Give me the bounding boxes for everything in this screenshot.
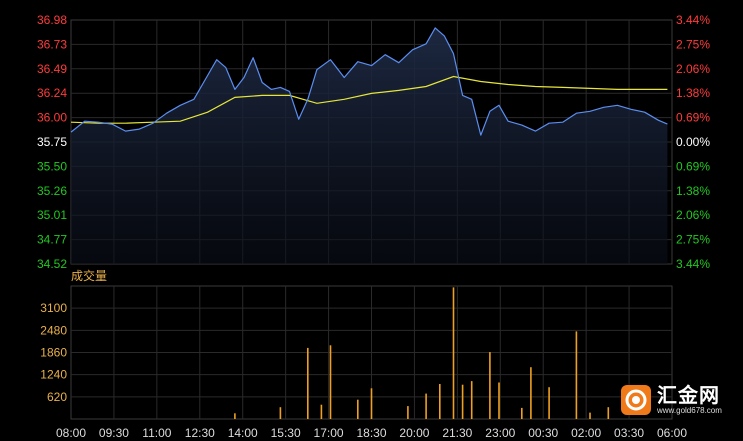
time-tick-label: 09:30 bbox=[99, 426, 129, 440]
percent-tick-label: 2.06% bbox=[676, 62, 710, 76]
volume-ticks: 3100 2480 1860 1240 620 bbox=[40, 301, 67, 404]
logo-name: 汇金网 bbox=[657, 383, 720, 407]
time-tick-label: 17:00 bbox=[314, 426, 344, 440]
price-volume-chart: 36.98 36.73 36.49 36.24 36.00 35.75 35.50 35.26… bbox=[37, 13, 710, 440]
left-price-ticks: 36.98 36.73 36.49 36.24 36.00 35.75 35.50 35.26… bbox=[37, 13, 67, 271]
volume-bar bbox=[307, 347, 309, 419]
time-axis-ticks: 08:00 09:30 11:00 12:30 14:00 15:30 17:00 18:30… bbox=[56, 426, 687, 440]
logo-icon bbox=[621, 385, 651, 415]
price-tick-label: 34.77 bbox=[37, 233, 67, 247]
price-tick-label: 35.75 bbox=[37, 135, 67, 149]
volume-tick-label: 2480 bbox=[40, 323, 67, 337]
volume-tick-label: 620 bbox=[47, 390, 67, 404]
volume-bar bbox=[439, 384, 441, 419]
percent-tick-label: 3.44% bbox=[676, 257, 710, 271]
percent-tick-label: 0.00% bbox=[676, 135, 710, 149]
time-tick-label: 03:30 bbox=[614, 426, 644, 440]
time-tick-label: 08:00 bbox=[56, 426, 86, 440]
volume-bar bbox=[452, 287, 455, 419]
volume-bar bbox=[530, 367, 532, 419]
price-tick-label: 36.00 bbox=[37, 111, 67, 125]
time-tick-label: 18:30 bbox=[356, 426, 386, 440]
watermark-logo: 汇金网 www.gold678.com bbox=[621, 382, 722, 418]
time-tick-label: 15:30 bbox=[271, 426, 301, 440]
percent-tick-label: 1.38% bbox=[676, 86, 710, 100]
price-tick-label: 34.52 bbox=[37, 257, 67, 271]
price-tick-label: 35.50 bbox=[37, 159, 67, 173]
volume-panel-label: 成交量 bbox=[71, 268, 107, 283]
price-area-fill bbox=[71, 27, 668, 265]
price-tick-label: 36.98 bbox=[37, 13, 67, 27]
percent-tick-label: 2.75% bbox=[676, 233, 710, 247]
volume-bar bbox=[329, 345, 332, 419]
right-percent-ticks: 3.44% 2.75% 2.06% 1.38% 0.69% 0.00% 0.69% 1.38%… bbox=[676, 13, 710, 271]
time-tick-label: 14:00 bbox=[228, 426, 258, 440]
volume-bar bbox=[470, 381, 473, 419]
price-area bbox=[71, 27, 668, 265]
volume-bar bbox=[370, 388, 373, 419]
percent-tick-label: 2.75% bbox=[676, 37, 710, 51]
volume-bar bbox=[575, 331, 578, 419]
percent-tick-label: 2.06% bbox=[676, 208, 710, 222]
volume-tick-label: 1240 bbox=[40, 368, 67, 382]
volume-bar bbox=[589, 412, 591, 419]
percent-tick-label: 3.44% bbox=[676, 13, 710, 27]
percent-tick-label: 1.38% bbox=[676, 184, 710, 198]
time-tick-label: 06:00 bbox=[657, 426, 687, 440]
price-tick-label: 36.24 bbox=[37, 86, 67, 100]
volume-bar bbox=[320, 404, 323, 419]
volume-bar bbox=[279, 407, 282, 419]
price-tick-label: 36.49 bbox=[37, 62, 67, 76]
volume-bar bbox=[425, 393, 427, 419]
volume-tick-label: 1860 bbox=[40, 346, 67, 360]
volume-bar bbox=[548, 387, 550, 419]
time-tick-label: 00:30 bbox=[528, 426, 558, 440]
volume-bar bbox=[489, 352, 491, 419]
time-tick-label: 12:30 bbox=[185, 426, 215, 440]
volume-bar bbox=[521, 407, 523, 419]
time-tick-label: 02:00 bbox=[571, 426, 601, 440]
volume-bar bbox=[607, 407, 610, 419]
time-tick-label: 23:00 bbox=[485, 426, 515, 440]
price-tick-label: 36.73 bbox=[37, 37, 67, 51]
percent-tick-label: 0.69% bbox=[676, 111, 710, 125]
volume-bar bbox=[357, 399, 359, 419]
time-tick-label: 20:00 bbox=[399, 426, 429, 440]
volume-bars bbox=[234, 287, 610, 419]
logo-url: www.gold678.com bbox=[657, 406, 722, 415]
percent-tick-label: 0.69% bbox=[676, 159, 710, 173]
price-tick-label: 35.01 bbox=[37, 208, 67, 222]
volume-bar bbox=[498, 382, 500, 419]
volume-bar bbox=[461, 384, 464, 419]
volume-bar bbox=[407, 406, 409, 419]
volume-tick-label: 3100 bbox=[40, 301, 67, 315]
price-tick-label: 35.26 bbox=[37, 184, 67, 198]
volume-bar bbox=[234, 413, 236, 419]
time-tick-label: 11:00 bbox=[142, 426, 171, 440]
time-tick-label: 21:30 bbox=[442, 426, 472, 440]
